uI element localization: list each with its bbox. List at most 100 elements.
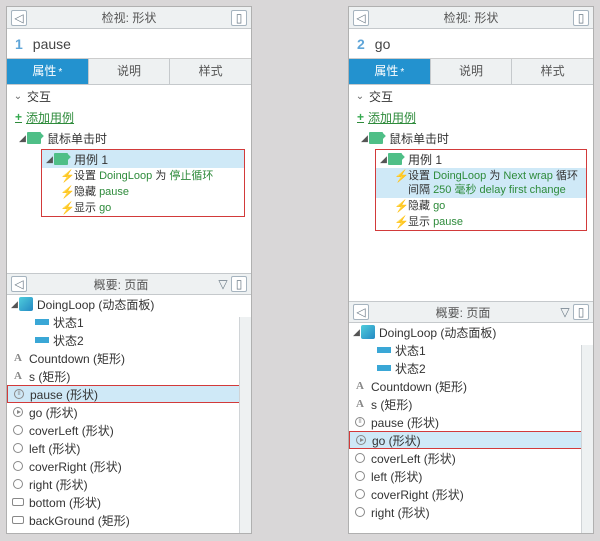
text-icon: A — [11, 351, 25, 365]
doc-icon[interactable]: ▯ — [231, 276, 247, 292]
list-item-countdown[interactable]: ACountdown (矩形) — [7, 349, 251, 367]
scrollbar[interactable] — [239, 317, 251, 533]
interaction-tree: ◢ 鼠标单击时 ◢ 用例 1 ⚡ 设置 DoingLoop 为 停止循环 ⚡ 隐… — [7, 127, 251, 227]
list-item-coverright[interactable]: coverRight (形状) — [7, 457, 251, 475]
tab-style[interactable]: 样式 — [512, 59, 593, 84]
list-item-left[interactable]: left (形状) — [7, 439, 251, 457]
list-item-state2[interactable]: 状态2 — [7, 331, 251, 349]
list-item-doingloop[interactable]: ◢DoingLoop (动态面板) — [349, 323, 593, 341]
tri-icon[interactable]: ◢ — [19, 133, 27, 144]
list-item-s[interactable]: As (矩形) — [7, 367, 251, 385]
doc-icon[interactable]: ▯ — [573, 10, 589, 26]
list-item-state1[interactable]: 状态1 — [7, 313, 251, 331]
shape-icon — [13, 479, 23, 489]
event-label: 鼠标单击时 — [389, 130, 449, 147]
list-item-coverleft[interactable]: coverLeft (形状) — [7, 421, 251, 439]
list-item-coverright[interactable]: coverRight (形状) — [349, 485, 593, 503]
collapse-left-icon[interactable]: ◁ — [353, 304, 369, 320]
object-name[interactable]: go — [375, 36, 391, 52]
action-show[interactable]: ⚡ 显示 pause — [376, 214, 586, 230]
lightning-icon: ⚡ — [60, 169, 72, 183]
state-icon — [377, 347, 391, 353]
titlebar: ◁ 检视: 形状 ▯ — [349, 7, 593, 29]
action-hide[interactable]: ⚡ 隐藏 go — [376, 198, 586, 214]
play-icon — [13, 407, 23, 417]
event-node[interactable]: ◢ 鼠标单击时 — [7, 129, 251, 147]
add-case-link[interactable]: + 添加用例 — [7, 107, 251, 127]
doc-icon[interactable]: ▯ — [231, 10, 247, 26]
section-interaction-label: 交互 — [27, 88, 51, 105]
list-item-coverleft[interactable]: coverLeft (形状) — [349, 449, 593, 467]
shape-icon — [13, 443, 23, 453]
text-icon: A — [11, 369, 25, 383]
list-item-pause[interactable]: pause (形状) — [349, 413, 593, 431]
case-node[interactable]: ◢ 用例 1 — [376, 150, 586, 168]
chevron-down-icon[interactable]: ⌄ — [355, 91, 365, 102]
list-item-go[interactable]: go (形状) — [7, 403, 251, 421]
action-set[interactable]: ⚡ 设置 DoingLoop 为 停止循环 — [42, 168, 244, 184]
inspector-tabs: 属性* 说明 样式 — [349, 59, 593, 85]
tab-notes[interactable]: 说明 — [89, 59, 171, 84]
event-node[interactable]: ◢ 鼠标单击时 — [349, 129, 593, 147]
panel-right: ◁ 检视: 形状 ▯ 2 go 属性* 说明 样式 ⌄ 交互 + 添加用例 ◢ … — [348, 6, 594, 534]
tab-notes[interactable]: 说明 — [431, 59, 513, 84]
tri-icon[interactable]: ◢ — [46, 154, 54, 165]
tab-properties[interactable]: 属性* — [7, 59, 89, 84]
list-item-bottom[interactable]: bottom (形状) — [7, 493, 251, 511]
lightning-icon: ⚡ — [60, 185, 72, 199]
list-item-pause[interactable]: pause (形状) — [7, 385, 251, 403]
pause-icon — [355, 417, 365, 427]
section-interaction[interactable]: ⌄ 交互 — [349, 85, 593, 107]
case-icon — [54, 153, 68, 165]
action-show[interactable]: ⚡ 显示 go — [42, 200, 244, 216]
action-set[interactable]: ⚡ 设置 DoingLoop 为 Next wrap 循环间隔 250 毫秒 d… — [376, 168, 586, 198]
case-icon — [388, 153, 402, 165]
text-icon: A — [353, 397, 367, 411]
lightning-icon: ⚡ — [394, 199, 406, 213]
lightning-icon: ⚡ — [60, 201, 72, 215]
list-item-s[interactable]: As (矩形) — [349, 395, 593, 413]
collapse-left-icon[interactable]: ◁ — [353, 10, 369, 26]
section-interaction[interactable]: ⌄ 交互 — [7, 85, 251, 107]
list-item-right[interactable]: right (形状) — [7, 475, 251, 493]
play-icon — [356, 435, 366, 445]
panel-title: 检视: 形状 — [102, 9, 157, 26]
tab-style[interactable]: 样式 — [170, 59, 251, 84]
state-icon — [35, 319, 49, 325]
list-item-right[interactable]: right (形状) — [349, 503, 593, 521]
outline-header: ◁ 概要: 页面 ▽ ▯ — [7, 273, 251, 295]
filter-icon[interactable]: ▽ — [557, 304, 573, 320]
interaction-tree: ◢ 鼠标单击时 ◢ 用例 1 ⚡ 设置 DoingLoop 为 Next wra… — [349, 127, 593, 241]
collapse-left-icon[interactable]: ◁ — [11, 10, 27, 26]
case-node[interactable]: ◢ 用例 1 — [42, 150, 244, 168]
doc-icon[interactable]: ▯ — [573, 304, 589, 320]
shape-icon — [13, 425, 23, 435]
action-hide[interactable]: ⚡ 隐藏 pause — [42, 184, 244, 200]
chevron-down-icon[interactable]: ⌄ — [13, 91, 23, 102]
add-case-link[interactable]: + 添加用例 — [349, 107, 593, 127]
list-item-countdown[interactable]: ACountdown (矩形) — [349, 377, 593, 395]
titlebar: ◁ 检视: 形状 ▯ — [7, 7, 251, 29]
plus-icon: + — [357, 110, 364, 124]
list-item-state2[interactable]: 状态2 — [349, 359, 593, 377]
highlight-box-2: ◢ 用例 1 ⚡ 设置 DoingLoop 为 Next wrap 循环间隔 2… — [375, 149, 587, 231]
shape-icon — [355, 489, 365, 499]
panel-left: ◁ 检视: 形状 ▯ 1 pause 属性* 说明 样式 ⌄ 交互 + 添加用例… — [6, 6, 252, 534]
section-interaction-label: 交互 — [369, 88, 393, 105]
list-item-doingloop[interactable]: ◢DoingLoop (动态面板) — [7, 295, 251, 313]
list-item-go[interactable]: go (形状) — [349, 431, 593, 449]
list-item-left[interactable]: left (形状) — [349, 467, 593, 485]
rect-icon — [12, 516, 24, 524]
filter-icon[interactable]: ▽ — [215, 276, 231, 292]
tri-icon[interactable]: ◢ — [361, 133, 369, 144]
tri-icon[interactable]: ◢ — [380, 154, 388, 165]
scrollbar[interactable] — [581, 345, 593, 533]
list-item-state1[interactable]: 状态1 — [349, 341, 593, 359]
tab-properties[interactable]: 属性* — [349, 59, 431, 84]
outline-title: 概要: 页面 — [94, 276, 149, 293]
event-icon — [369, 132, 383, 144]
object-name[interactable]: pause — [33, 36, 71, 52]
add-case-label: 添加用例 — [26, 109, 74, 126]
collapse-left-icon[interactable]: ◁ — [11, 276, 27, 292]
list-item-background[interactable]: backGround (矩形) — [7, 511, 251, 529]
